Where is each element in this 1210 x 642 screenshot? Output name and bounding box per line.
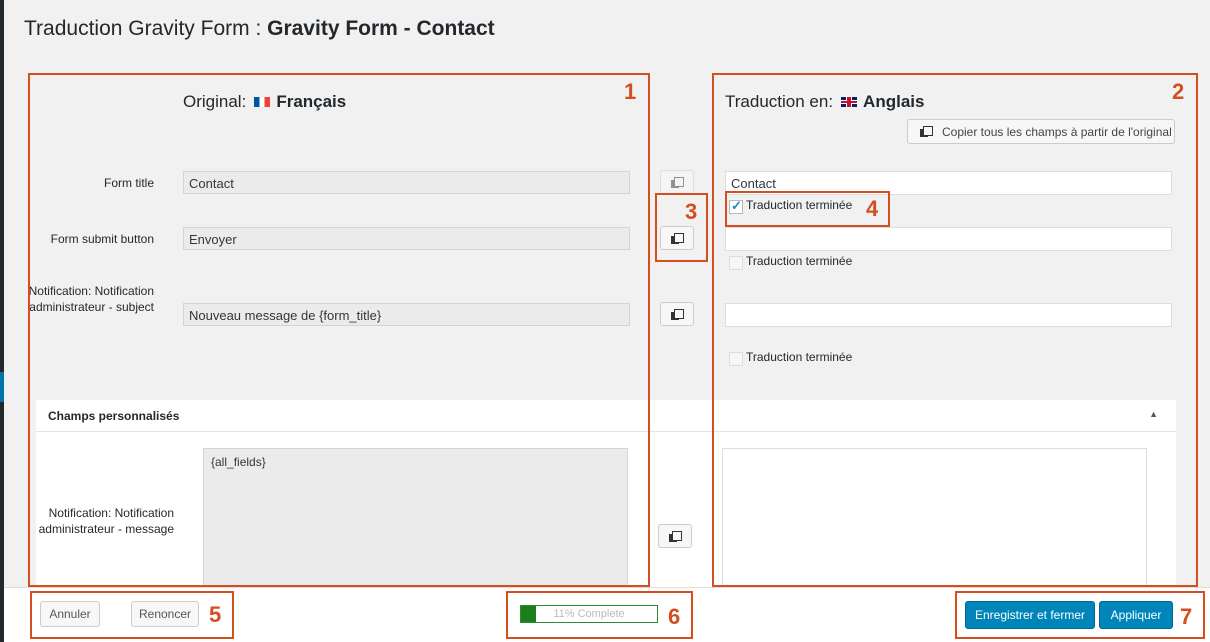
- annotation-number-3: 3: [685, 199, 698, 224]
- annotation-box-1: [28, 73, 650, 587]
- copy-icon: [671, 308, 684, 320]
- annotation-box-6: [506, 591, 693, 639]
- annotation-number-6: 6: [668, 604, 681, 629]
- annotation-box-2: [712, 73, 1198, 587]
- page-title-form-name: Gravity Form - Contact: [267, 17, 495, 40]
- annotation-box-7: [955, 591, 1205, 639]
- admin-sidebar-indicator: [0, 372, 4, 402]
- admin-sidebar-edge: [0, 0, 4, 642]
- copy-field-button-form-title[interactable]: [660, 170, 694, 194]
- annotation-number-2: 2: [1172, 79, 1185, 104]
- copy-icon: [669, 530, 682, 542]
- page-title-prefix: Traduction Gravity Form :: [24, 17, 268, 40]
- copy-field-button-notification-subject[interactable]: [660, 302, 694, 326]
- annotation-number-1: 1: [624, 79, 637, 104]
- annotation-number-7: 7: [1180, 604, 1193, 629]
- annotation-box-3: [655, 193, 708, 262]
- annotation-number-5: 5: [209, 602, 222, 627]
- page-title: Traduction Gravity Form : Gravity Form -…: [24, 17, 495, 41]
- annotation-box-5: [30, 591, 234, 639]
- copy-field-button-notification-message[interactable]: [658, 524, 692, 548]
- annotation-number-4: 4: [866, 196, 879, 221]
- copy-icon: [671, 176, 684, 188]
